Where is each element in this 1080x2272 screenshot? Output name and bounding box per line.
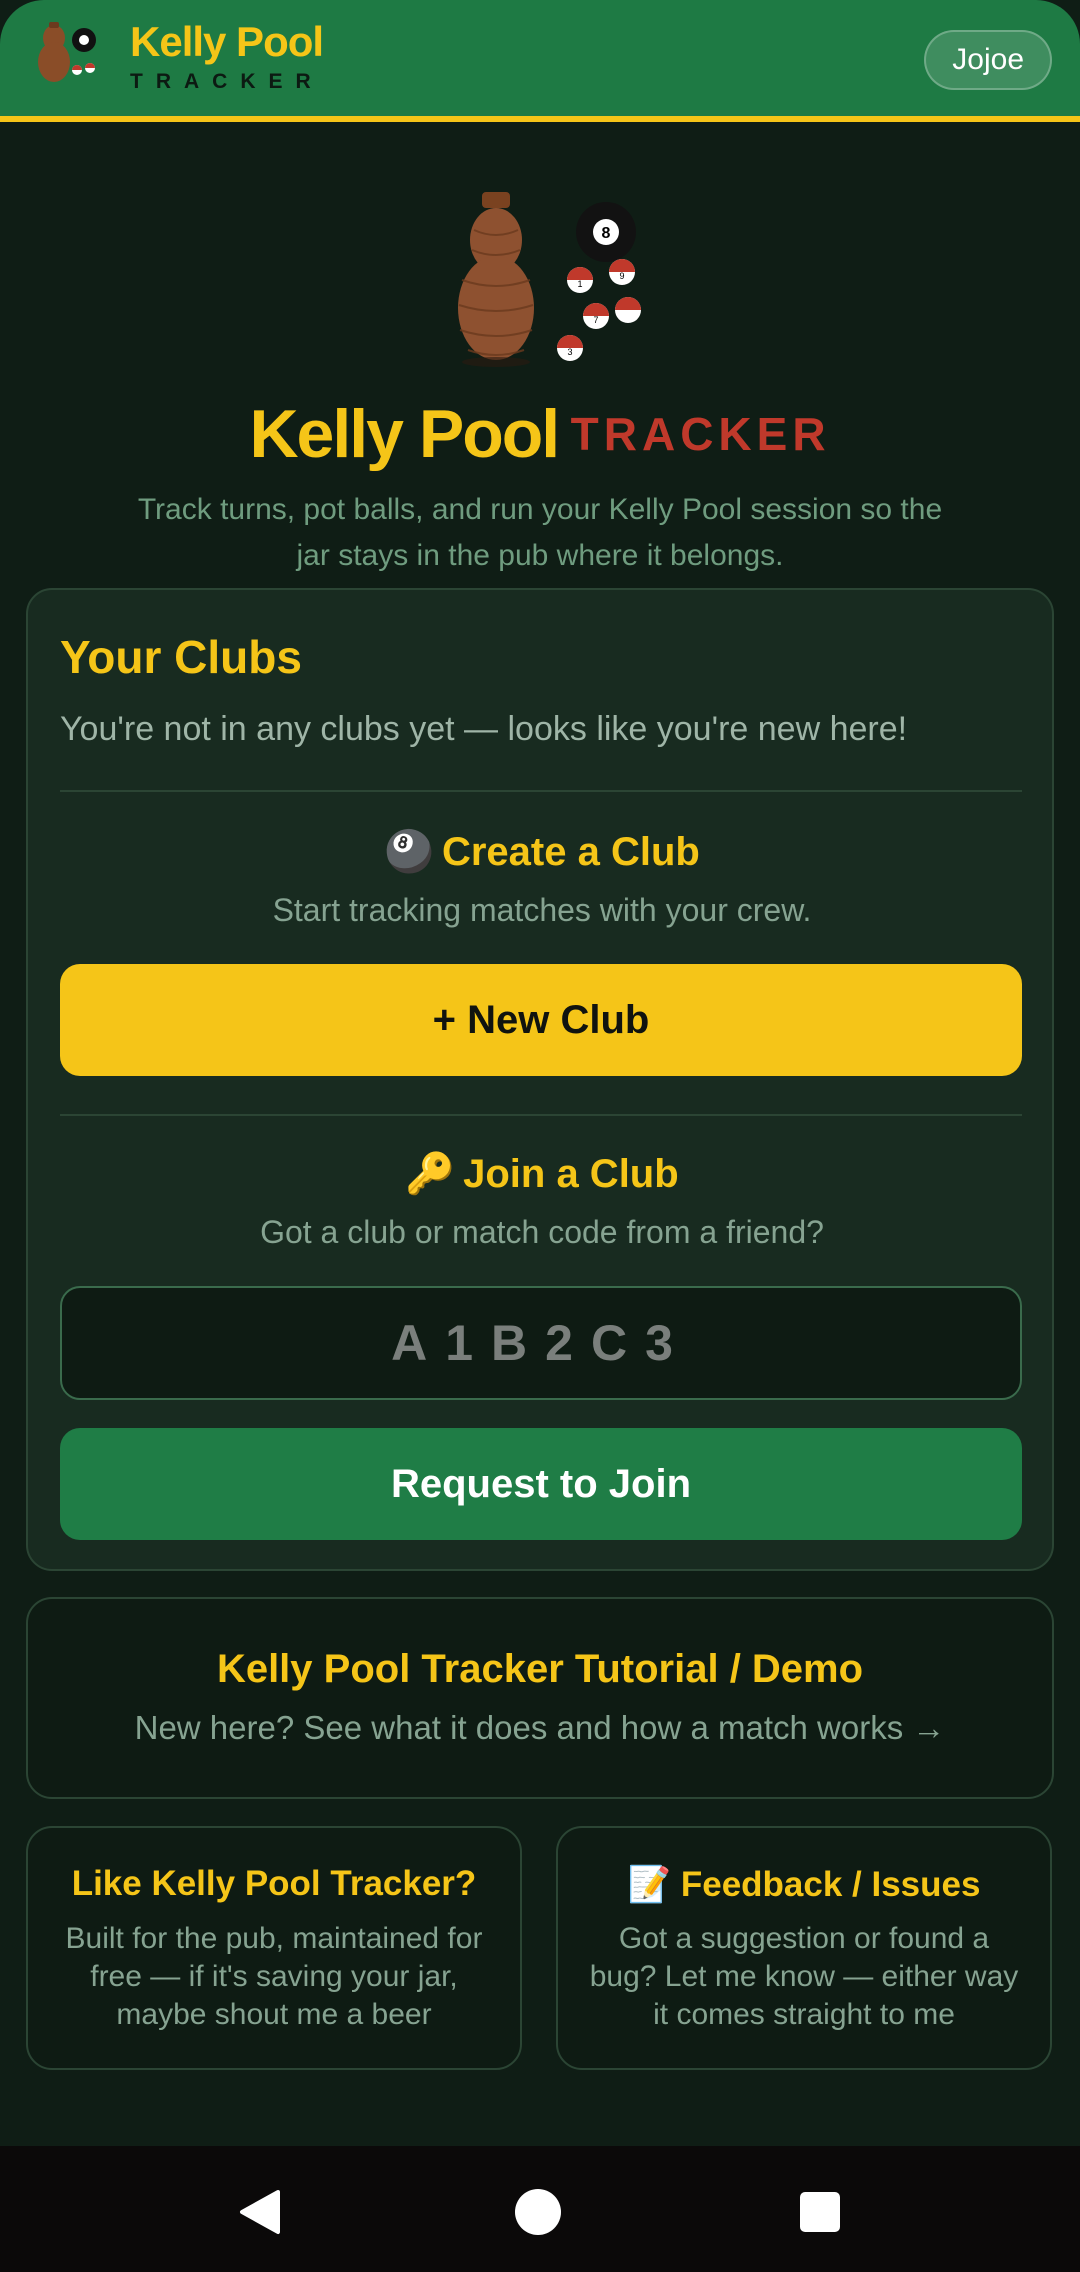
feedback-card[interactable]: 📝 Feedback / Issues Got a suggestion or …: [556, 1826, 1052, 2070]
brand: Kelly Pool TRACKER: [130, 18, 324, 94]
ball-number-7: 7: [593, 315, 598, 325]
ball-number-3: 3: [567, 347, 572, 357]
create-club-subtitle: Start tracking matches with your crew.: [272, 892, 812, 928]
join-club-subtitle: Got a club or match code from a friend?: [260, 1214, 824, 1250]
feedback-title-text: Feedback / Issues: [680, 1865, 981, 1904]
tutorial-card[interactable]: Kelly Pool Tracker Tutorial / Demo New h…: [26, 1597, 1054, 1799]
support-card[interactable]: Like Kelly Pool Tracker? Built for the p…: [26, 1826, 522, 2070]
divider: [60, 1114, 1022, 1116]
jar-logo-icon: [38, 22, 96, 82]
divider: [60, 790, 1022, 792]
hero-title-main: Kelly Pool: [249, 396, 560, 472]
ball-number-1: 1: [577, 279, 582, 289]
recent-apps-icon[interactable]: [794, 2186, 846, 2238]
create-club-title-text: Create a Club: [441, 830, 700, 874]
tutorial-title: Kelly Pool Tracker Tutorial / Demo: [216, 1647, 864, 1691]
eight-ball-number: 8: [602, 225, 611, 242]
hero-tagline: Track turns, pot balls, and run your Kel…: [137, 493, 943, 572]
kelly-jar-illustration-icon: 8 1 9 7 3: [458, 192, 641, 367]
back-icon[interactable]: [234, 2186, 286, 2238]
clubs-title: Your Clubs: [60, 631, 302, 683]
memo-icon: 📝: [627, 1865, 672, 1904]
request-to-join-button[interactable]: Request to Join: [60, 1428, 1022, 1540]
tutorial-subtitle: New here? See what it does and how a mat…: [134, 1709, 946, 1746]
eight-ball-icon: 🎱: [384, 830, 434, 874]
clubs-empty-message: You're not in any clubs yet — looks like…: [60, 710, 908, 748]
pool-balls: 1 9 7 3: [557, 259, 641, 361]
clubs-card: Your Clubs You're not in any clubs yet —…: [26, 588, 1054, 1571]
join-club-title: 🔑 Join a Club: [28, 1150, 1056, 1197]
new-club-button[interactable]: + New Club: [60, 964, 1022, 1076]
feedback-title: 📝 Feedback / Issues: [558, 1864, 1050, 1905]
join-club-title-text: Join a Club: [463, 1152, 679, 1196]
feedback-subtitle: Got a suggestion or found a bug? Let me …: [589, 1922, 1019, 2031]
ball-number-9: 9: [619, 271, 624, 281]
support-subtitle: Built for the pub, maintained for free —…: [65, 1922, 483, 2031]
brand-name: Kelly Pool: [130, 18, 324, 65]
hero-title: Kelly Pool TRACKER: [0, 395, 1080, 473]
system-nav-bar: [0, 2146, 1080, 2272]
app-header: Kelly Pool TRACKER Jojoe: [0, 0, 1080, 122]
hero-title-accent: TRACKER: [570, 408, 831, 460]
create-club-title: 🎱 Create a Club: [28, 828, 1056, 875]
club-code-input[interactable]: A1B2C3: [60, 1286, 1022, 1400]
support-title: Like Kelly Pool Tracker?: [71, 1864, 477, 1903]
user-menu-button[interactable]: Jojoe: [924, 30, 1052, 90]
home-icon[interactable]: [512, 2186, 564, 2238]
key-icon: 🔑: [405, 1152, 456, 1196]
brand-subtitle: TRACKER: [130, 70, 324, 93]
